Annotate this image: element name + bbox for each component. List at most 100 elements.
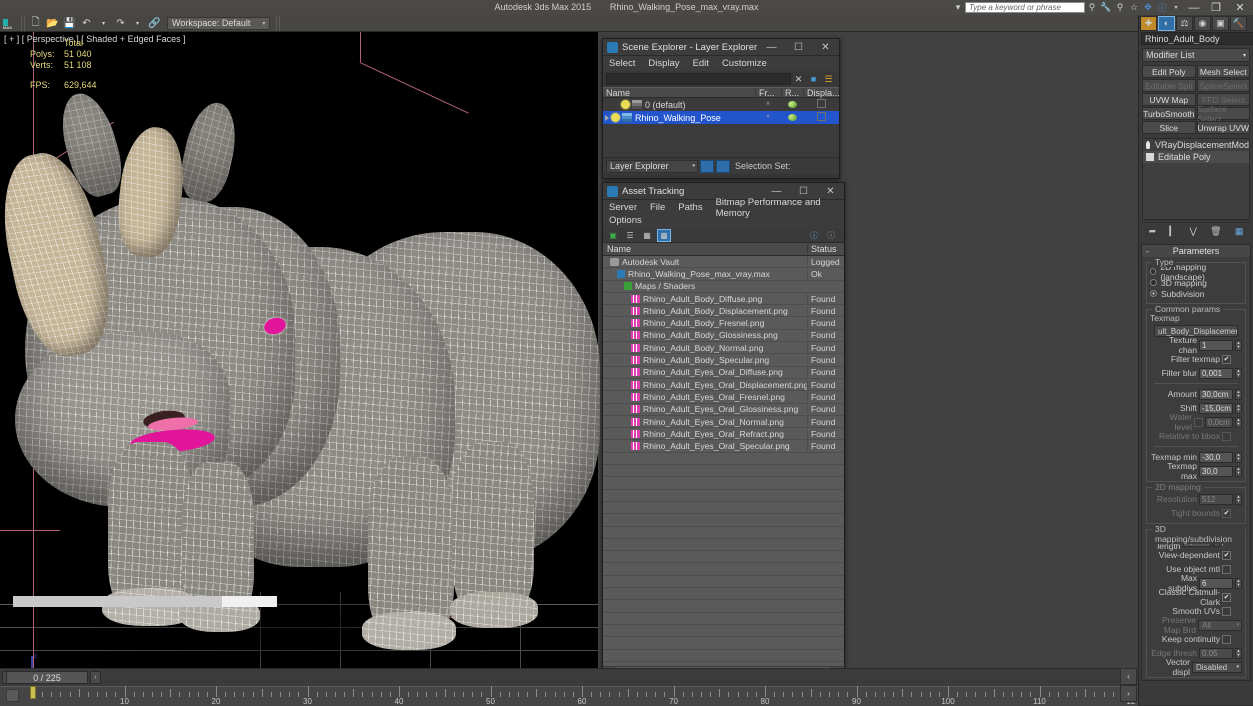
redo-dropdown-icon[interactable]: ▾ bbox=[129, 16, 146, 31]
current-frame-display[interactable]: 0 / 225 bbox=[6, 671, 88, 684]
select-link-icon[interactable]: 🔗 bbox=[146, 16, 163, 31]
stack-item[interactable]: Editable Poly bbox=[1143, 151, 1249, 163]
table-row[interactable]: Rhino_Adult_Eyes_Oral_Displacement.png Fo… bbox=[603, 379, 844, 392]
table-row[interactable]: Rhino_Adult_Body_Specular.png Found bbox=[603, 354, 844, 367]
menu-server[interactable]: Server bbox=[609, 202, 637, 213]
menu-bitmap-performance[interactable]: Bitmap Performance and Memory bbox=[716, 197, 831, 219]
show-end-result-icon[interactable]: ▎ bbox=[1169, 226, 1176, 237]
scroll-left-icon[interactable]: ‹ bbox=[1120, 668, 1137, 685]
exchange-icon[interactable]: ✥ bbox=[1141, 1, 1155, 14]
render-toggle[interactable] bbox=[781, 100, 803, 110]
pin-stack-icon[interactable]: ➦ bbox=[1149, 226, 1157, 237]
undo-icon[interactable]: ↶ bbox=[78, 16, 95, 31]
explorer-mode-combo[interactable]: Layer Explorer ▾ bbox=[606, 159, 698, 173]
table-row[interactable]: Rhino_Adult_Body_Displacement.png Found bbox=[603, 305, 844, 318]
time-slider-handle[interactable] bbox=[30, 686, 36, 699]
table-row[interactable]: Rhino_Adult_Eyes_Oral_Diffuse.png Found bbox=[603, 367, 844, 379]
modifier-button-slice[interactable]: Slice bbox=[1142, 121, 1196, 134]
scroll-thumb[interactable] bbox=[13, 595, 222, 607]
utilities-tab-icon[interactable]: 🔨 bbox=[1230, 15, 1247, 31]
undo-dropdown-icon[interactable]: ▾ bbox=[95, 16, 112, 31]
help-icon[interactable]: ⓘ bbox=[1155, 1, 1169, 14]
parameters-rollout-header[interactable]: - Parameters bbox=[1142, 245, 1250, 257]
spinner-icon[interactable]: ▲▼ bbox=[1235, 388, 1242, 400]
spinner-icon[interactable]: ▲▼ bbox=[1235, 367, 1242, 379]
perspective-viewport[interactable]: z x bbox=[0, 32, 1138, 668]
modifier-button-unwrap-uvw[interactable]: Unwrap UVW bbox=[1196, 121, 1250, 134]
radio-subdivision[interactable]: Subdivision bbox=[1150, 288, 1242, 299]
bulb-icon[interactable] bbox=[1146, 141, 1150, 149]
asset-tracking-list[interactable]: Autodesk Vault Logged Rhino_Walking_Pose_m… bbox=[603, 256, 844, 666]
workspace-selector[interactable]: Workspace: Default ▾ bbox=[167, 16, 271, 30]
table-row[interactable]: Rhino_Adult_Eyes_Oral_Specular.png Found bbox=[603, 440, 844, 453]
subscription-icon[interactable]: ⚲ bbox=[1113, 1, 1127, 14]
table-row[interactable]: Rhino_Adult_Body_Normal.png Found bbox=[603, 342, 844, 355]
menu-paths[interactable]: Paths bbox=[678, 202, 702, 213]
classic-catmull-clark-checkbox[interactable]: ✔ bbox=[1222, 592, 1231, 602]
render-toggle[interactable] bbox=[781, 113, 803, 123]
table-row[interactable]: Rhino_Adult_Body_Glossiness.png Found bbox=[603, 330, 844, 343]
configure-sets-icon[interactable]: ▦ bbox=[1235, 226, 1244, 237]
scroll-right-icon[interactable]: › bbox=[1120, 685, 1137, 702]
make-unique-icon[interactable]: ⋁ bbox=[1190, 226, 1197, 237]
display-toggle[interactable] bbox=[803, 112, 839, 123]
col-render[interactable]: R... bbox=[781, 87, 803, 98]
display-toggle[interactable] bbox=[803, 99, 839, 110]
scene-explorer-titlebar[interactable]: Scene Explorer - Layer Explorer — ☐ ✕ bbox=[603, 39, 839, 56]
smooth-uvs-checkbox[interactable] bbox=[1222, 606, 1231, 616]
object-name-input[interactable] bbox=[1141, 32, 1253, 45]
water-level-checkbox[interactable] bbox=[1194, 417, 1203, 427]
display-tab-icon[interactable]: ▣ bbox=[1212, 15, 1229, 31]
texmap-min-input[interactable]: -30,0 bbox=[1199, 451, 1233, 463]
star-icon[interactable]: ☆ bbox=[1127, 1, 1141, 14]
spinner-icon[interactable]: ▲▼ bbox=[1235, 451, 1242, 463]
water-level-input[interactable]: 0,0cm bbox=[1205, 416, 1233, 428]
spinner-icon[interactable]: ▲▼ bbox=[1235, 577, 1242, 589]
close-button[interactable]: ✕ bbox=[1227, 0, 1253, 15]
parameters-rollout[interactable]: - Parameters Type 2D mapping (landscape)… bbox=[1141, 244, 1251, 681]
track-view-icon[interactable] bbox=[6, 689, 19, 702]
menu-file[interactable]: File bbox=[650, 202, 665, 213]
scene-explorer-list[interactable]: 0 (default) * Rhino_Walking_Pose * bbox=[603, 98, 839, 157]
caret-icon[interactable]: ▾ bbox=[951, 1, 965, 14]
modifier-button-editable-spli[interactable]: Editable Spli bbox=[1142, 79, 1196, 92]
shift-input[interactable]: -15,0cm bbox=[1199, 402, 1233, 414]
keep-continuity-checkbox[interactable] bbox=[1222, 634, 1231, 644]
details-view-icon[interactable]: ▦ bbox=[640, 229, 654, 242]
menu-display[interactable]: Display bbox=[648, 58, 679, 69]
spinner-icon[interactable]: ▲▼ bbox=[1235, 402, 1242, 414]
new-layer-icon[interactable]: ■ bbox=[806, 72, 821, 86]
layer-manager-icon[interactable]: ☰ bbox=[821, 72, 836, 86]
menu-customize[interactable]: Customize bbox=[722, 58, 767, 69]
frozen-toggle[interactable]: * bbox=[755, 100, 781, 110]
texture-chan-input[interactable]: 1 bbox=[1199, 339, 1233, 351]
save-file-icon[interactable]: 💾 bbox=[61, 16, 78, 31]
radio-2d-mapping[interactable]: 2D mapping (landscape) bbox=[1150, 262, 1242, 282]
refresh-icon[interactable]: ▣ bbox=[606, 229, 620, 242]
scene-explorer-search-input[interactable] bbox=[606, 73, 791, 85]
help-icon[interactable]: ⓘ bbox=[807, 229, 821, 242]
col-status[interactable]: Status bbox=[807, 244, 844, 254]
spinner-icon[interactable]: ▲▼ bbox=[1235, 647, 1242, 659]
list-view-icon[interactable]: ☰ bbox=[623, 229, 637, 242]
modifier-button-splineselect[interactable]: SplineSelect bbox=[1196, 79, 1250, 92]
spinner-icon[interactable]: ▲▼ bbox=[1235, 465, 1242, 477]
use-object-mtl-checkbox[interactable] bbox=[1222, 564, 1231, 574]
binoculars-icon[interactable]: ⚲ bbox=[1085, 1, 1099, 14]
clear-search-icon[interactable]: ✕ bbox=[791, 72, 806, 86]
edge-thresh-input[interactable]: 0.05 bbox=[1199, 647, 1233, 659]
modifier-button-uvw-map[interactable]: UVW Map bbox=[1142, 93, 1196, 106]
list-item[interactable]: 0 (default) * bbox=[603, 98, 839, 111]
spinner-icon[interactable]: ▲▼ bbox=[1235, 493, 1242, 505]
scroll-track[interactable] bbox=[13, 595, 277, 607]
scene-explorer-window[interactable]: Scene Explorer - Layer Explorer — ☐ ✕ Se… bbox=[602, 38, 840, 179]
toolbar-grip[interactable] bbox=[21, 15, 26, 31]
preserve-map-brd-combo[interactable]: All ▾ bbox=[1198, 619, 1242, 631]
bulb-icon[interactable] bbox=[611, 113, 620, 122]
filter-texmap-checkbox[interactable]: ✔ bbox=[1222, 354, 1231, 364]
next-frame-button[interactable]: › bbox=[90, 671, 101, 684]
resolution-input[interactable]: 512 bbox=[1199, 493, 1233, 505]
hierarchy-tab-icon[interactable]: ⚖ bbox=[1176, 15, 1193, 31]
scene-explorer-close[interactable]: ✕ bbox=[812, 39, 839, 56]
spinner-icon[interactable]: ▲▼ bbox=[1235, 339, 1242, 351]
